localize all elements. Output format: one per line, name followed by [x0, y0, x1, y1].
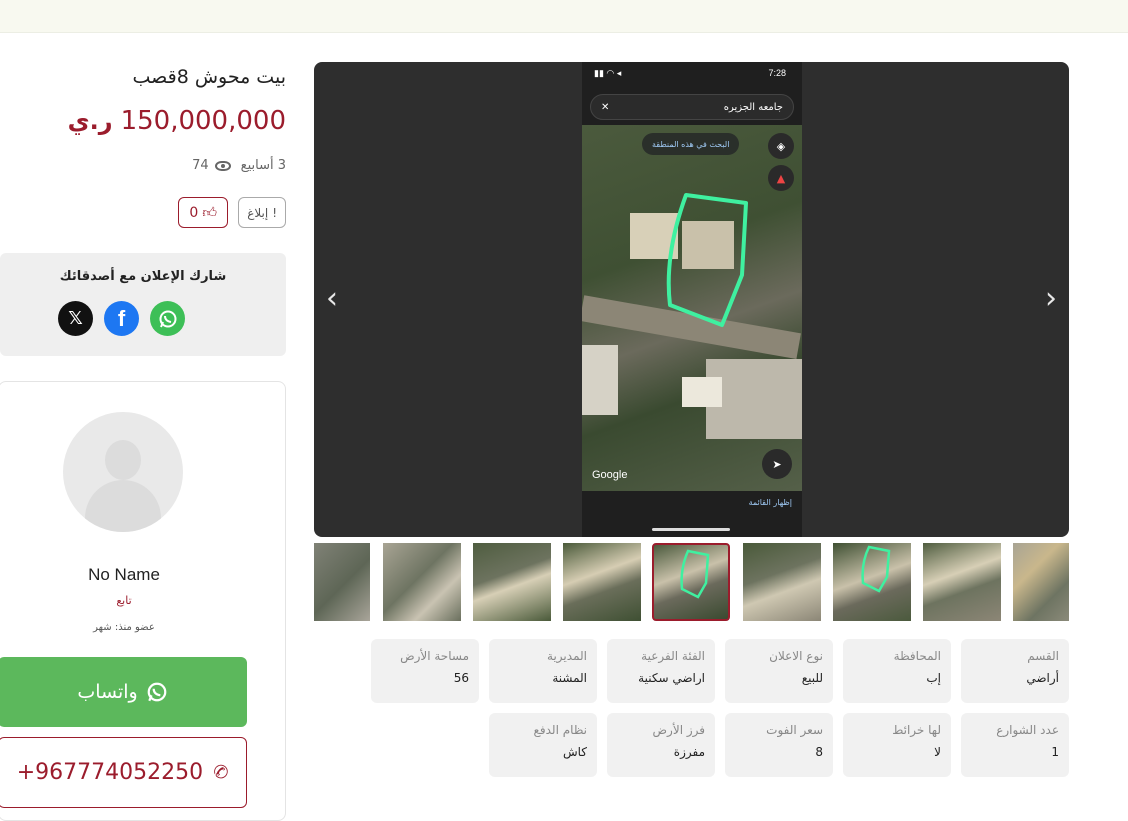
avatar-head	[105, 440, 141, 480]
chevron-left-icon[interactable]: ‹	[320, 284, 344, 314]
property-outline	[861, 545, 891, 593]
detail-label: المحافظة	[893, 649, 941, 663]
map-search-bar: جامعه الجزيره ✕	[590, 94, 794, 120]
report-label: إبلاغ	[247, 205, 269, 220]
avatar[interactable]	[63, 412, 183, 532]
detail-card: فرز الأرض مفرزة	[607, 713, 715, 777]
status-time: 7:28	[768, 68, 786, 78]
listing-actions: ! إبلاغ 👍︎ 0	[178, 197, 286, 228]
detail-card: عدد الشوارع 1	[961, 713, 1069, 777]
thumbnail[interactable]	[383, 543, 461, 621]
detail-card: سعر الفوت 8	[725, 713, 833, 777]
chevron-right-icon[interactable]: ›	[1039, 284, 1063, 314]
phone-icon: ✆	[210, 760, 232, 785]
search-area-pill: البحث في هذه المنطقة	[642, 133, 740, 155]
whatsapp-label: واتساب	[77, 681, 138, 703]
like-count: 0	[189, 204, 199, 221]
detail-value: 1	[1051, 745, 1059, 759]
detail-label: مساحة الأرض	[400, 649, 469, 663]
detail-label: عدد الشوارع	[996, 723, 1059, 737]
share-box: شارك الإعلان مع أصدقائك 𝕏 f	[0, 253, 286, 356]
detail-label: الفئة الفرعية	[641, 649, 705, 663]
thumbnail[interactable]	[923, 543, 1001, 621]
detail-value: أراضي	[1026, 671, 1059, 685]
detail-card: مساحة الأرض 56	[371, 639, 479, 703]
listing-meta: 3 أسابيع 74	[192, 158, 286, 173]
detail-card: لها خرائط لا	[843, 713, 951, 777]
phone-button[interactable]: +967774052250 ✆	[0, 737, 247, 808]
map-brand: Google	[592, 469, 628, 481]
detail-card: القسم أراضي	[961, 639, 1069, 703]
detail-value: المشنة	[552, 671, 587, 685]
member-since: عضو منذ: شهر	[93, 622, 155, 633]
detail-card: نوع الاعلان للبيع	[725, 639, 833, 703]
detail-value: اراضي سكنية	[638, 671, 705, 685]
whatsapp-button[interactable]: واتساب	[0, 657, 247, 727]
like-button[interactable]: 👍︎ 0	[178, 197, 229, 228]
top-bar	[0, 0, 1128, 33]
thumbnail[interactable]	[833, 543, 911, 621]
close-icon: ✕	[601, 101, 610, 113]
detail-value: كاش	[562, 745, 587, 759]
detail-label: نظام الدفع	[533, 723, 588, 737]
price-amount: 150,000,000	[120, 106, 286, 136]
avatar-body	[85, 480, 161, 532]
detail-card: نظام الدفع كاش	[489, 713, 597, 777]
detail-value: 8	[815, 745, 823, 759]
detail-value: للبيع	[801, 671, 823, 685]
thumbnail-strip	[314, 543, 1069, 621]
detail-label: لها خرائط	[892, 723, 941, 737]
phone-number: +967774052250	[16, 760, 204, 785]
image-gallery[interactable]: ‹ › ▮▮ ◠ ◂ 7:28 جامعه الجزيره ✕ البحث في…	[314, 62, 1069, 537]
detail-label: القسم	[1027, 649, 1059, 663]
show-list-link: إظهار القائمة	[748, 498, 792, 507]
listing-age: 3 أسابيع	[240, 158, 286, 173]
whatsapp-icon	[147, 682, 167, 702]
home-indicator	[652, 528, 730, 531]
detail-value: لا	[934, 745, 941, 759]
share-title: شارك الإعلان مع أصدقائك	[59, 269, 227, 284]
views-count: 74	[192, 158, 231, 173]
seller-name[interactable]: No Name	[0, 565, 249, 585]
eye-icon	[214, 160, 231, 171]
detail-label: المديرية	[547, 649, 587, 663]
phone-status-bar: ▮▮ ◠ ◂ 7:28	[582, 68, 802, 82]
listing-title: بيت محوش 8قصب	[132, 66, 286, 88]
detail-card: المحافظة إب	[843, 639, 951, 703]
listing-price: ر.ي 150,000,000	[68, 106, 286, 136]
detail-label: سعر الفوت	[766, 723, 823, 737]
detail-label: فرز الأرض	[652, 723, 705, 737]
thumbnail[interactable]	[743, 543, 821, 621]
thumbnail[interactable]	[314, 543, 370, 621]
detail-value: 56	[453, 671, 469, 685]
signal-icon: ▮▮ ◠ ◂	[594, 68, 622, 78]
facebook-icon[interactable]: f	[104, 301, 139, 336]
thumbnail[interactable]	[563, 543, 641, 621]
detail-label: نوع الاعلان	[769, 649, 823, 663]
whatsapp-icon[interactable]	[150, 301, 185, 336]
views-number: 74	[192, 158, 209, 173]
property-outline	[680, 549, 710, 599]
thumbs-up-icon: 👍︎	[202, 205, 217, 221]
detail-value: إب	[926, 671, 941, 685]
navigate-icon: ➤	[762, 449, 792, 479]
share-icons: 𝕏 f	[58, 301, 185, 336]
detail-value: مفرزة	[673, 745, 705, 759]
map-search-text: جامعه الجزيره	[723, 101, 783, 113]
compass-icon: ▲	[768, 165, 794, 191]
thumbnail-active[interactable]	[652, 543, 730, 621]
thumbnail[interactable]	[473, 543, 551, 621]
layers-icon: ◈	[768, 133, 794, 159]
flag-icon: !	[272, 205, 277, 220]
report-button[interactable]: ! إبلاغ	[238, 197, 286, 228]
satellite-map: البحث في هذه المنطقة ◈ ▲ ➤ Google	[582, 125, 802, 491]
price-currency: ر.ي	[67, 107, 113, 135]
follow-link[interactable]: تابع	[0, 594, 249, 607]
x-icon[interactable]: 𝕏	[58, 301, 93, 336]
detail-card: الفئة الفرعية اراضي سكنية	[607, 639, 715, 703]
thumbnail[interactable]	[1013, 543, 1069, 621]
gallery-main-image: ▮▮ ◠ ◂ 7:28 جامعه الجزيره ✕ البحث في هذه…	[582, 62, 802, 537]
detail-card: المديرية المشنة	[489, 639, 597, 703]
